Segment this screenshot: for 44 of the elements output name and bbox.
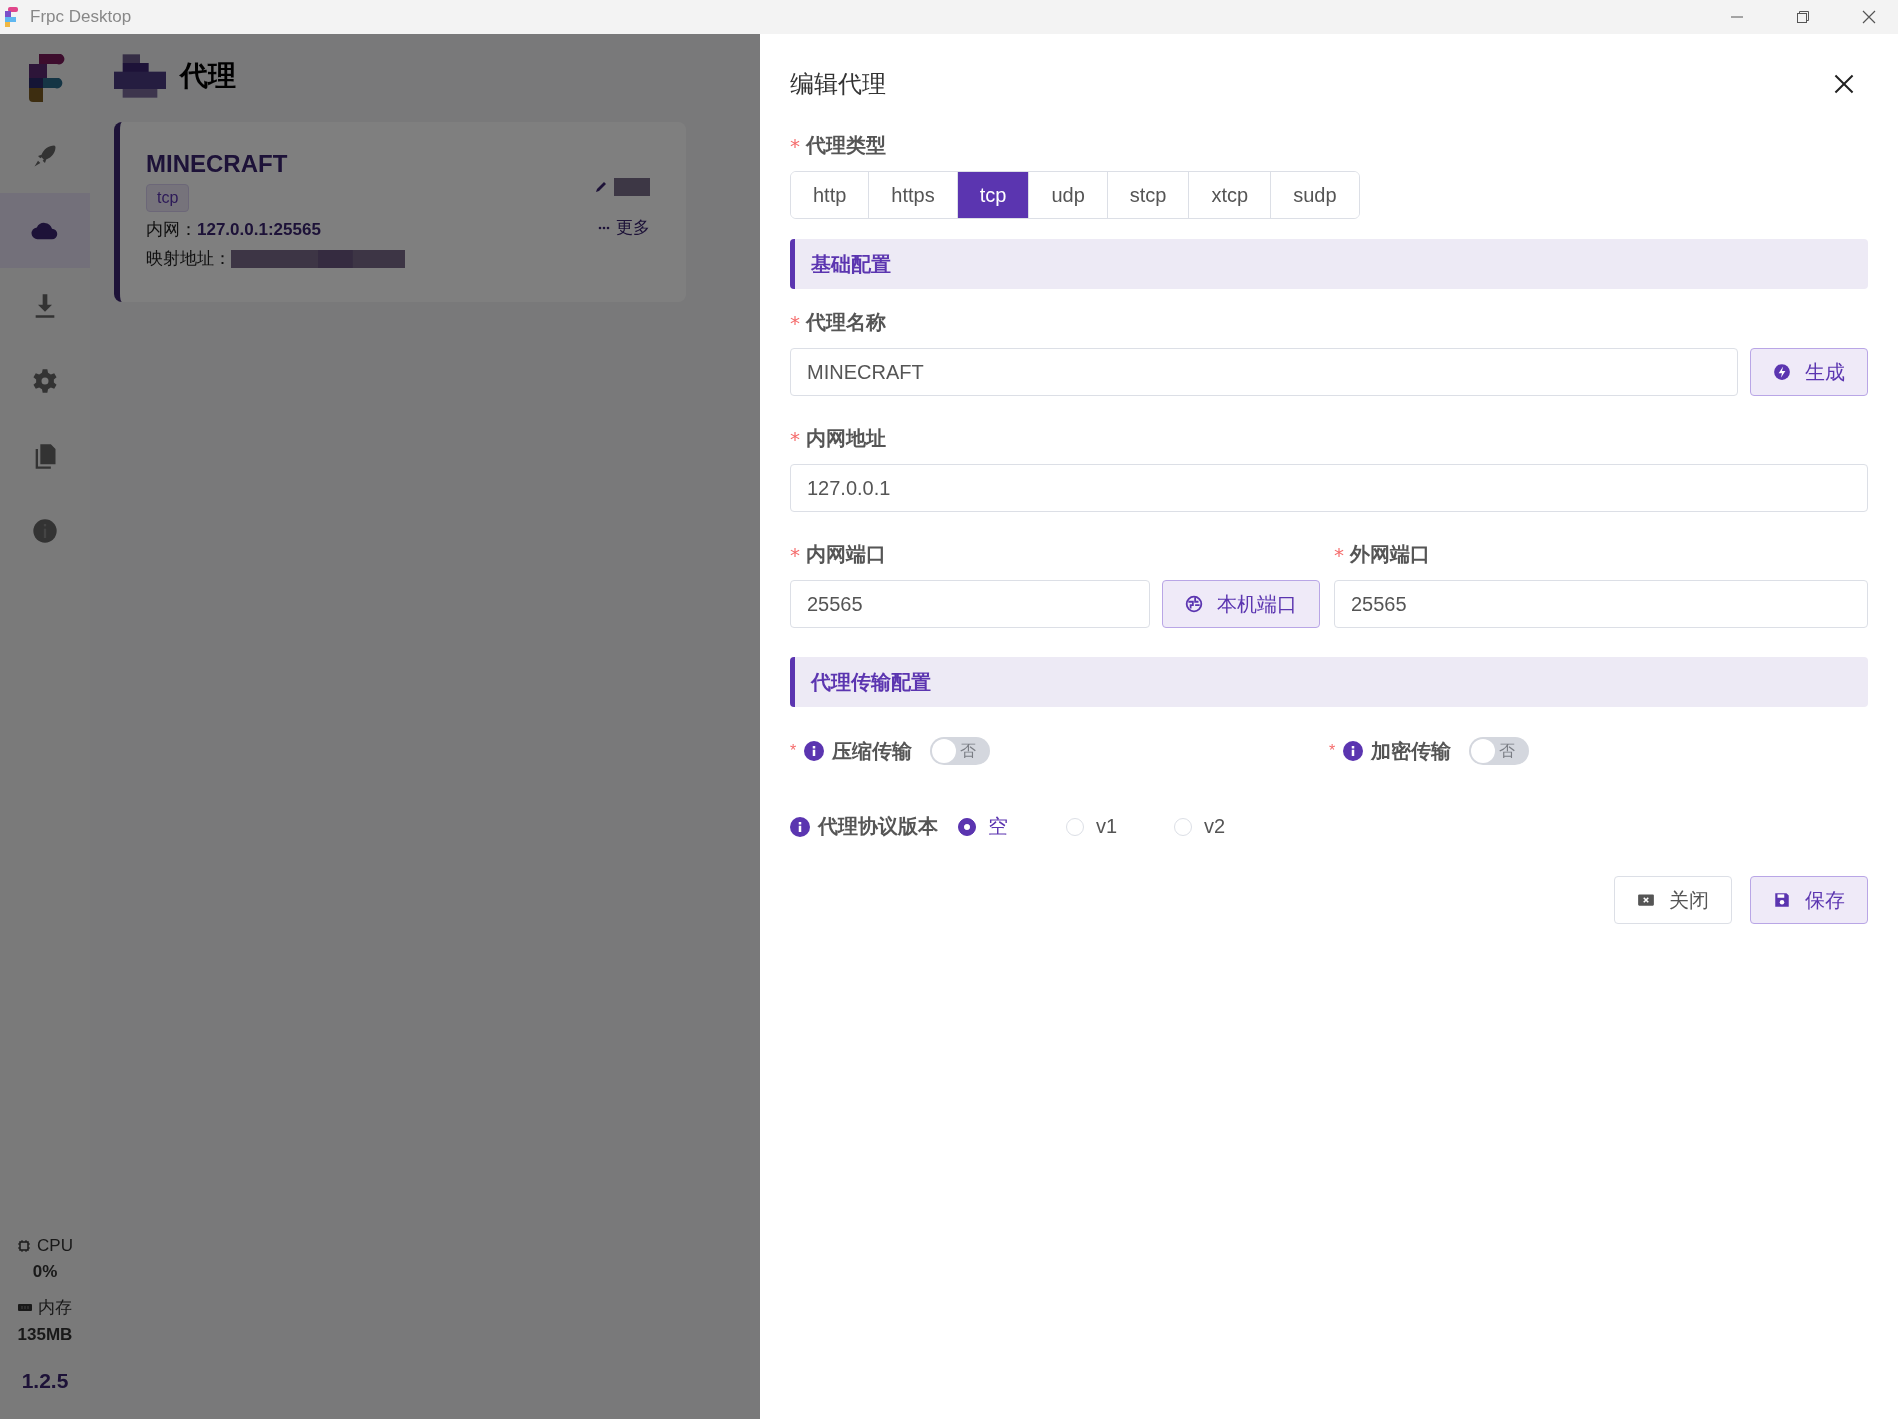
field-label: 压缩传输 (832, 737, 913, 765)
required-mark: * (790, 542, 800, 567)
section-header: 代理传输配置 (790, 657, 1868, 707)
more-button[interactable]: 更多 (598, 216, 650, 239)
version-text: 1.2.5 (21, 1369, 69, 1393)
remote-port-input[interactable]: 25565 (1334, 580, 1868, 628)
local-address: 127.0.0.1:25565 (197, 219, 321, 240)
field-label: 内网地址 (806, 425, 886, 452)
required-mark: * (1334, 542, 1344, 567)
field-label: 加密传输 (1371, 737, 1452, 765)
proxy-name: MINECRAFT (146, 150, 288, 178)
field-label: 代理名称 (806, 309, 886, 336)
local-label: 内网： (146, 219, 197, 241)
page-title: 代理 (180, 59, 236, 93)
type-option[interactable]: tcp (957, 172, 1030, 218)
required-mark: * (790, 133, 800, 158)
protocol-radio[interactable]: v1 (1066, 815, 1154, 838)
stat-value: 0% (32, 1262, 58, 1282)
section-header: 基础配置 (790, 239, 1868, 289)
stat-label: CPU (37, 1236, 73, 1256)
local-port-button[interactable]: 本机端口 (1162, 580, 1320, 628)
drawer-title: 编辑代理 (790, 69, 886, 99)
field-label: 代理协议版本 (818, 813, 938, 840)
stat-value: 135MB (17, 1325, 73, 1345)
protocol-radio[interactable]: v2 (1174, 815, 1262, 838)
save-button[interactable]: 保存 (1750, 876, 1868, 924)
type-option[interactable]: http (791, 172, 870, 218)
protocol-radio[interactable]: 空 (958, 813, 1046, 840)
required-mark: * (790, 426, 800, 451)
field-label: 代理类型 (806, 132, 886, 159)
close-button[interactable]: 关闭 (1614, 876, 1732, 924)
type-tag: tcp (146, 184, 190, 212)
name-input[interactable]: MINECRAFT (790, 348, 1738, 396)
local-port-input[interactable]: 25565 (790, 580, 1150, 628)
field-label: 外网端口 (1350, 541, 1430, 568)
window-title: Frpc Desktop (30, 7, 132, 27)
required-mark: * (790, 310, 800, 335)
mapping-label: 映射地址： (146, 248, 231, 270)
stat-label: 内存 (38, 1297, 72, 1319)
required-mark: * (790, 742, 797, 760)
field-label: 内网端口 (806, 541, 886, 568)
required-mark: * (1329, 742, 1336, 760)
address-input[interactable]: 127.0.0.1 (790, 464, 1868, 512)
generate-button[interactable]: 生成 (1750, 348, 1868, 396)
